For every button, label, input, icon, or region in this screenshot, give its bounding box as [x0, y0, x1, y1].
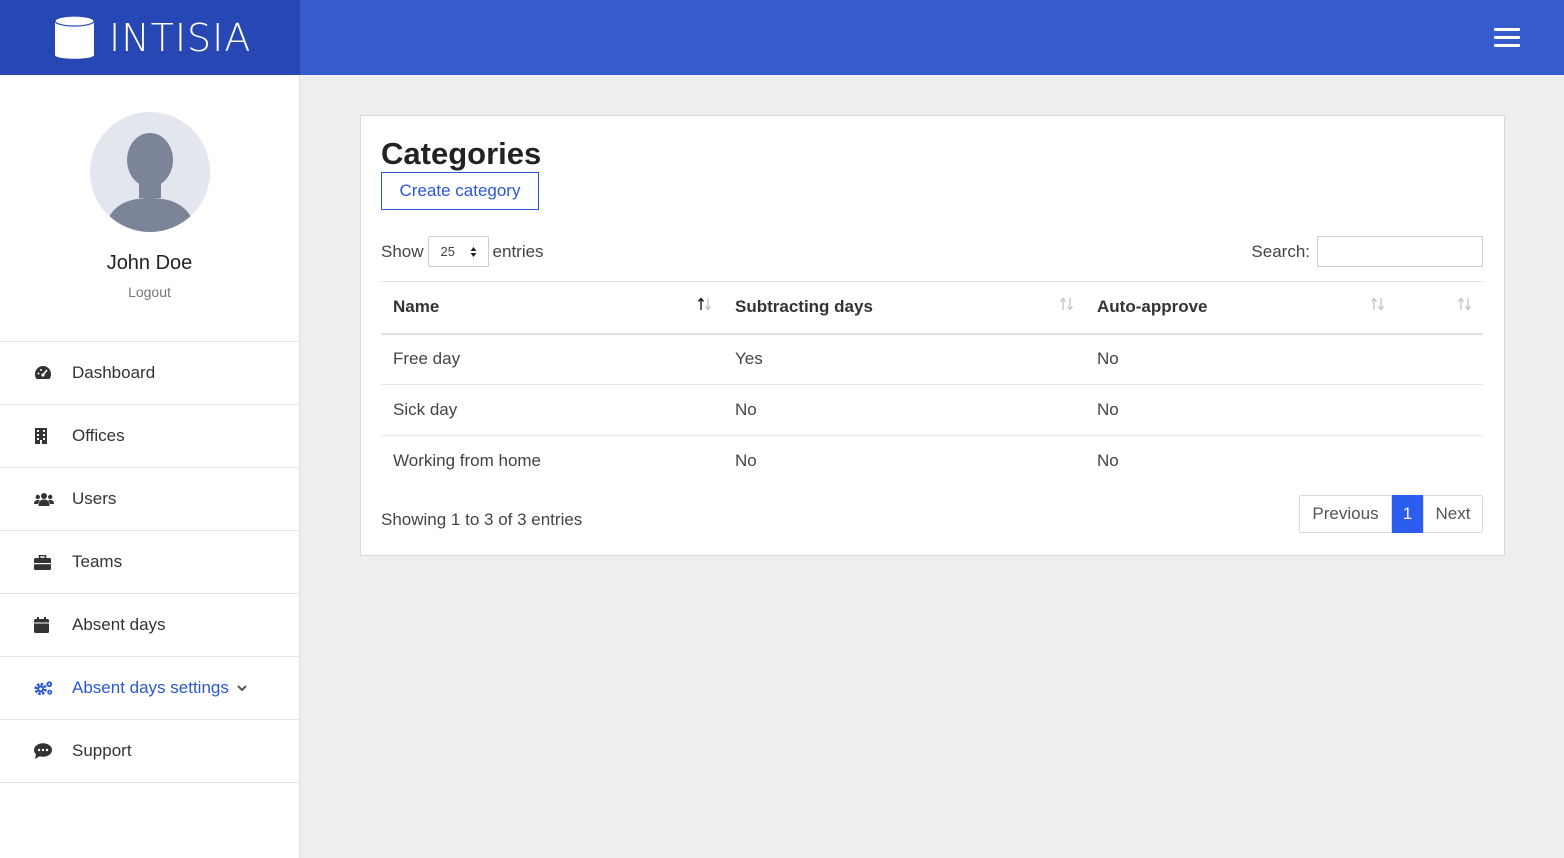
user-profile: John Doe Logout: [0, 75, 299, 342]
user-silhouette-icon: [104, 133, 196, 232]
column-header-actions[interactable]: [1396, 282, 1483, 334]
users-icon: [34, 490, 54, 508]
sidebar-item-label: Teams: [72, 552, 123, 571]
brand-name: INTISIA: [109, 15, 252, 60]
next-page-button[interactable]: Next: [1423, 495, 1483, 533]
search-control: Search:: [1251, 236, 1483, 267]
tachometer-icon: [34, 364, 54, 382]
cell-name: Working from home: [393, 451, 542, 471]
calendar-icon: [34, 616, 54, 634]
select-arrows-icon: [470, 246, 477, 261]
sidebar-item-label: Dashboard: [72, 363, 156, 382]
sidebar-item-label: Absent days settings: [72, 678, 229, 697]
cell-actions: [1396, 385, 1483, 436]
search-input[interactable]: [1317, 236, 1483, 267]
column-header-name[interactable]: Name: [381, 282, 723, 334]
avatar: [90, 112, 210, 232]
user-name: John Doe: [106, 252, 193, 274]
sidebar-item-label: Support: [72, 741, 132, 760]
categories-card: Categories Create category Show 25 entri…: [360, 115, 1505, 556]
brand-area[interactable]: INTISIA: [0, 0, 300, 75]
hamburger-icon[interactable]: [1494, 28, 1520, 48]
categories-table: Name Subtracting days Auto-approve Free …: [381, 281, 1483, 487]
page-title: Categories: [381, 136, 542, 171]
sidebar-item-label: Absent days: [72, 615, 166, 634]
briefcase-icon: [34, 553, 54, 571]
pagination: Previous 1 Next: [1299, 495, 1483, 533]
column-header-subtracting-days[interactable]: Subtracting days: [723, 282, 1085, 334]
table-header-row: Name Subtracting days Auto-approve: [381, 281, 1483, 334]
cell-subtracting-days: No: [735, 451, 757, 471]
building-icon: [34, 427, 54, 445]
previous-page-button[interactable]: Previous: [1299, 495, 1392, 533]
comment-dots-icon: [34, 742, 54, 760]
sidebar-item-support[interactable]: Support: [0, 720, 299, 783]
page-1-button[interactable]: 1: [1392, 495, 1423, 533]
sort-ascending-icon: [697, 296, 713, 316]
sidebar-item-offices[interactable]: Offices: [0, 405, 299, 468]
table-row: Sick day No No: [381, 385, 1483, 436]
sidebar-item-absent-days[interactable]: Absent days: [0, 594, 299, 657]
sidebar-item-dashboard[interactable]: Dashboard: [0, 342, 299, 405]
create-category-button[interactable]: Create category: [381, 172, 539, 210]
show-label: Show: [381, 241, 424, 261]
logout-link[interactable]: Logout: [0, 284, 299, 300]
cell-name: Sick day: [393, 400, 458, 419]
sidebar-item-absent-days-settings[interactable]: Absent days settings: [0, 657, 299, 720]
cell-subtracting-days: Yes: [735, 349, 763, 369]
cell-auto-approve: No: [1097, 400, 1119, 419]
search-label: Search:: [1251, 241, 1310, 261]
cell-name: Free day: [393, 349, 461, 369]
sidebar-item-label: Offices: [72, 426, 125, 445]
cell-auto-approve: No: [1097, 349, 1119, 369]
sidebar-item-label: Users: [72, 489, 117, 508]
cell-actions: [1396, 334, 1483, 385]
cell-subtracting-days: No: [735, 400, 757, 419]
table-row: Working from home No No: [381, 436, 1483, 487]
sort-icon: [1457, 296, 1473, 316]
top-bar: [300, 0, 1564, 75]
database-cylinder-icon: [54, 14, 95, 59]
page-length-control: Show 25 entries: [381, 236, 544, 267]
cell-actions: [1396, 436, 1483, 487]
table-info: Showing 1 to 3 of 3 entries: [381, 510, 583, 529]
table-row: Free day Yes No: [381, 334, 1483, 385]
sidebar-item-teams[interactable]: Teams: [0, 531, 299, 594]
cogs-icon: [34, 679, 54, 697]
column-header-auto-approve[interactable]: Auto-approve: [1085, 282, 1396, 334]
entries-label: entries: [492, 241, 544, 261]
chevron-down-icon: [237, 684, 247, 692]
page-length-select[interactable]: 25: [427, 236, 489, 267]
sidebar: John Doe Logout Dashboard Offices Users …: [0, 75, 300, 858]
cell-auto-approve: No: [1097, 451, 1119, 471]
sidebar-item-users[interactable]: Users: [0, 468, 299, 531]
page-length-value: 25: [440, 244, 455, 259]
sort-icon: [1370, 296, 1386, 316]
sort-icon: [1059, 296, 1075, 316]
